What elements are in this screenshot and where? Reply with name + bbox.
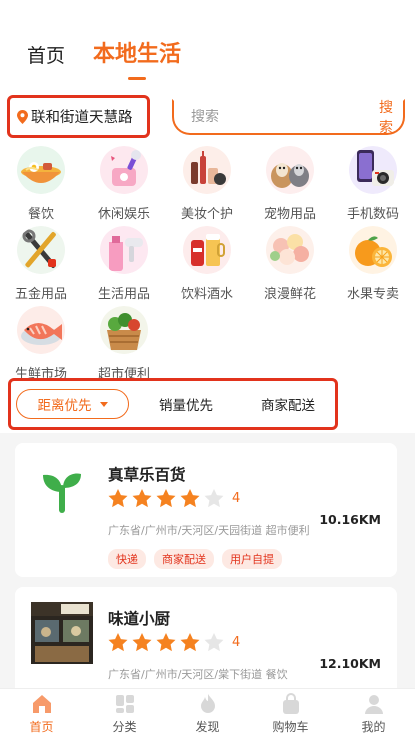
category-hardware[interactable]: 五金用品 (0, 226, 82, 302)
star-filled-icon (132, 633, 152, 652)
nav-label: 发现 (195, 720, 220, 734)
category-label: 饮料酒水 (180, 287, 233, 302)
category-grid-icon (115, 695, 134, 713)
nav-label: 购物车 (272, 720, 309, 734)
star-filled-icon (156, 633, 176, 652)
tag-express: 快递 (108, 549, 146, 569)
shop-list: 真草乐百货 4 广东省/广州市/天河区/天园街道 超市便利 10.16KM 快递… (0, 433, 415, 688)
category-fruit[interactable]: 水果专卖 (332, 226, 414, 302)
detergent-hairdryer-icon (100, 226, 148, 274)
category-catering[interactable]: 餐饮 (0, 146, 82, 222)
search-bar: 搜索 (172, 99, 405, 136)
shop-card[interactable]: 真草乐百货 4 广东省/广州市/天河区/天园街道 超市便利 10.16KM 快递… (15, 443, 397, 577)
tag-merchant-delivery: 商家配送 (154, 549, 214, 569)
tag-self-pickup: 用户自提 (222, 549, 282, 569)
shopping-bag-icon (282, 693, 299, 714)
category-label: 浪漫鲜花 (263, 287, 316, 302)
nav-mine[interactable]: 我的 (332, 689, 415, 738)
star-rating: 4 (108, 489, 240, 508)
sort-bar: 距离优先 销量优先 商家配送 (8, 378, 338, 430)
shop-name: 味道小厨 (108, 610, 171, 628)
flame-icon (200, 694, 215, 713)
nav-discover[interactable]: 发现 (166, 689, 249, 738)
star-rating: 4 (108, 633, 240, 652)
star-filled-icon (132, 489, 152, 508)
nav-category[interactable]: 分类 (83, 689, 166, 738)
sort-sales-button[interactable]: 销量优先 (159, 394, 213, 414)
flowers-icon (266, 226, 314, 274)
category-leisure[interactable]: 休闲娱乐 (83, 146, 165, 222)
pets-icon (266, 146, 314, 194)
category-fresh-market[interactable]: 生鲜市场 (0, 306, 82, 382)
category-label: 餐饮 (27, 207, 54, 222)
category-label: 生活用品 (97, 287, 150, 302)
orange-fruit-icon (349, 226, 397, 274)
restaurant-storefront-photo (31, 602, 93, 664)
star-filled-icon (108, 489, 128, 508)
nav-label: 分类 (112, 720, 137, 734)
category-label: 宠物用品 (263, 207, 316, 222)
star-empty-icon (204, 489, 224, 508)
category-beauty[interactable]: 美妆个护 (166, 146, 248, 222)
nav-label: 首页 (29, 720, 54, 734)
tab-local-life[interactable]: 本地生活 (93, 36, 181, 80)
shop-name: 真草乐百货 (108, 466, 186, 484)
shop-distance: 10.16KM (319, 512, 381, 527)
category-label: 休闲娱乐 (97, 207, 150, 222)
location-text: 联和街道天慧路 (31, 110, 133, 126)
location-selector[interactable]: 联和街道天慧路 (7, 95, 150, 138)
nav-home[interactable]: 首页 (0, 689, 83, 738)
category-supermarket[interactable]: 超市便利 (83, 306, 165, 382)
cosmetics-icon (183, 146, 231, 194)
drinks-icon (183, 226, 231, 274)
green-sprout-logo (31, 458, 93, 520)
star-filled-icon (180, 489, 200, 508)
rating-value: 4 (232, 491, 241, 506)
shop-distance: 12.10KM (319, 656, 381, 671)
shop-address: 广东省/广州市/天河区/棠下街道 餐饮 (108, 668, 288, 681)
search-input[interactable] (174, 109, 365, 125)
location-pin-icon (17, 109, 28, 124)
star-filled-icon (156, 489, 176, 508)
phone-camera-icon (349, 146, 397, 194)
star-filled-icon (180, 633, 200, 652)
category-digital[interactable]: 手机数码 (332, 146, 414, 222)
caret-down-icon (99, 401, 108, 407)
nav-label: 我的 (361, 720, 386, 734)
category-label: 手机数码 (346, 207, 399, 222)
sort-distance-label: 距离优先 (37, 398, 92, 414)
home-icon (32, 695, 51, 713)
category-label: 五金用品 (14, 287, 67, 302)
vegetable-basket-icon (100, 306, 148, 354)
category-daily[interactable]: 生活用品 (83, 226, 165, 302)
tab-home[interactable]: 首页 (27, 41, 65, 68)
category-label: 水果专卖 (346, 287, 399, 302)
category-drinks[interactable]: 饮料酒水 (166, 226, 248, 302)
sort-delivery-button[interactable]: 商家配送 (261, 394, 315, 414)
microphone-icon (100, 146, 148, 194)
top-tabs: 首页 本地生活 (27, 36, 209, 80)
nav-cart[interactable]: 购物车 (249, 689, 332, 738)
category-label: 美妆个护 (180, 207, 233, 222)
star-filled-icon (108, 633, 128, 652)
category-pets[interactable]: 宠物用品 (249, 146, 331, 222)
category-flowers[interactable]: 浪漫鲜花 (249, 226, 331, 302)
shop-card[interactable]: 味道小厨 4 广东省/广州市/天河区/棠下街道 餐饮 12.10KM (15, 587, 397, 688)
sort-distance-button[interactable]: 距离优先 (16, 389, 129, 419)
shop-address: 广东省/广州市/天河区/天园街道 超市便利 (108, 524, 310, 537)
fresh-fish-icon (17, 306, 65, 354)
rating-value: 4 (232, 635, 241, 650)
user-icon (364, 695, 383, 714)
tools-icon (17, 226, 65, 274)
search-button[interactable]: 搜索 (365, 97, 413, 137)
bottom-nav: 首页 分类 发现 购物车 我的 (0, 688, 415, 738)
shop-tags: 快递 商家配送 用户自提 (108, 549, 290, 569)
noodle-bowl-icon (17, 146, 65, 194)
star-empty-icon (204, 633, 224, 652)
